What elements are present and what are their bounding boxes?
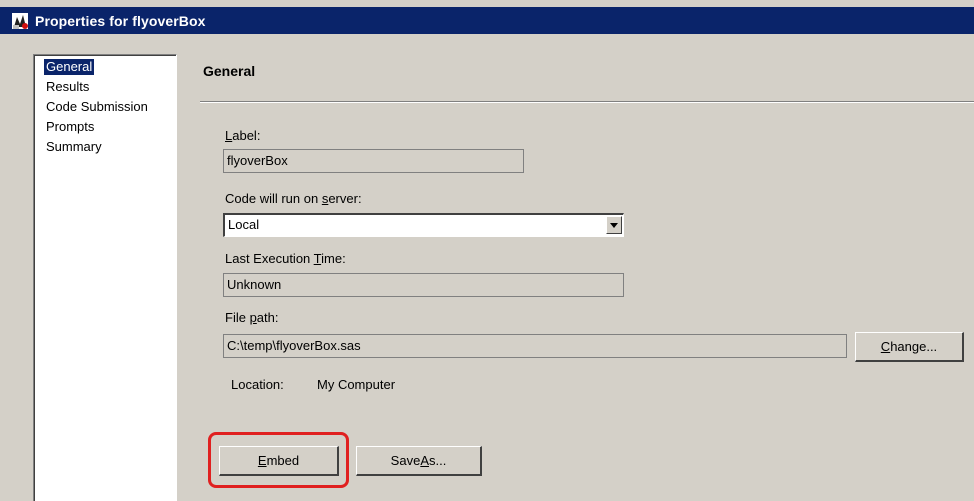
nav-item-general[interactable]: General xyxy=(44,59,95,75)
embed-highlight-annotation xyxy=(208,432,349,488)
dropdown-arrow-icon[interactable] xyxy=(606,216,622,234)
file-path-caption: File path: xyxy=(225,310,279,325)
server-select-value: Local xyxy=(228,217,260,232)
server-select[interactable]: Local xyxy=(223,213,624,237)
nav-item-results[interactable]: Results xyxy=(44,79,91,95)
window-title: Properties for flyoverBox xyxy=(35,12,206,29)
section-title: General xyxy=(203,63,256,79)
location-caption: Location: xyxy=(231,377,284,392)
nav-item-prompts[interactable]: Prompts xyxy=(44,119,96,135)
title-bar[interactable]: Properties for flyoverBox xyxy=(0,7,974,34)
nav-item-code-submission[interactable]: Code Submission xyxy=(44,99,150,115)
properties-app-icon xyxy=(12,12,28,29)
nav-list[interactable]: General Results Code Submission Prompts … xyxy=(33,54,177,501)
server-caption: Code will run on server: xyxy=(225,191,362,206)
location-value: My Computer xyxy=(317,377,396,392)
change-button[interactable]: Change... xyxy=(855,332,964,362)
properties-dialog: Properties for flyoverBox General Result… xyxy=(0,0,974,501)
section-divider xyxy=(200,101,974,103)
label-caption: Label: xyxy=(225,128,261,143)
nav-item-summary[interactable]: Summary xyxy=(44,139,104,155)
save-as-button[interactable]: Save As... xyxy=(356,446,482,476)
last-exec-field: Unknown xyxy=(223,273,624,297)
file-path-field[interactable]: C:\temp\flyoverBox.sas xyxy=(223,334,847,358)
last-exec-caption: Last Execution Time: xyxy=(225,251,346,266)
label-field[interactable]: flyoverBox xyxy=(223,149,524,173)
